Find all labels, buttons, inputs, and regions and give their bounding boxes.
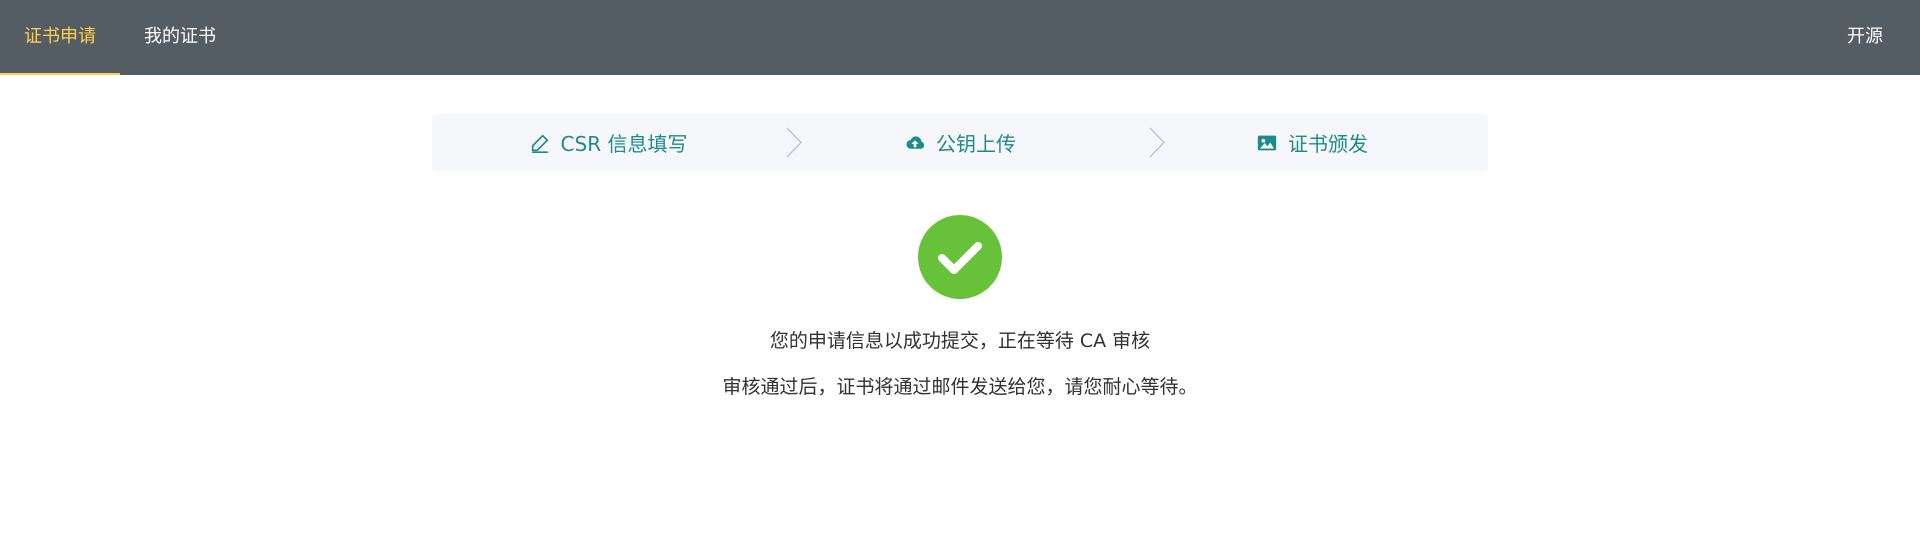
step-label: 公钥上传: [936, 132, 1016, 156]
cloud-upload-icon: [904, 132, 926, 154]
success-check-icon: [918, 215, 1002, 299]
top-navbar: 证书申请 我的证书 开源: [0, 0, 1920, 75]
step-label: CSR 信息填写: [560, 132, 688, 156]
step-csr-info: CSR 信息填写: [432, 114, 784, 171]
edit-icon: [529, 132, 551, 154]
step-public-key-upload: 公钥上传: [784, 114, 1136, 171]
step-label: 证书颁发: [1288, 132, 1368, 156]
nav-item-open-source[interactable]: 开源: [1810, 0, 1920, 75]
success-message-primary: 您的申请信息以成功提交，正在等待 CA 审核: [769, 330, 1151, 352]
nav-item-certificate-apply[interactable]: 证书申请: [0, 0, 120, 75]
step-certificate-issue: 证书颁发: [1136, 114, 1488, 171]
picture-icon: [1256, 132, 1278, 154]
steps-bar: CSR 信息填写 公钥上传 证书颁发: [432, 114, 1488, 171]
nav-item-my-certificates[interactable]: 我的证书: [120, 0, 240, 75]
success-message-secondary: 审核通过后，证书将通过邮件发送给您，请您耐心等待。: [722, 376, 1198, 398]
